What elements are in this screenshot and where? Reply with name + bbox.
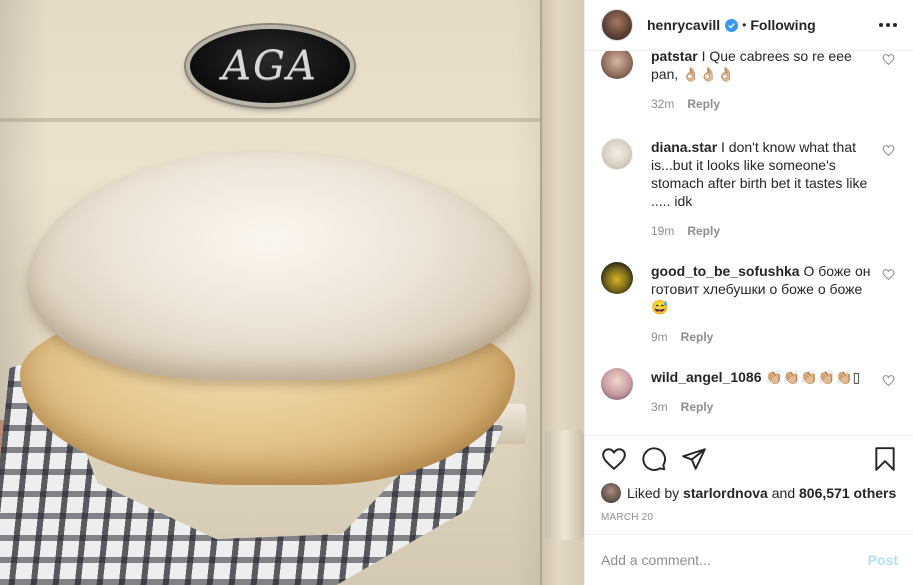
commenter-avatar[interactable]	[601, 51, 633, 79]
heart-icon[interactable]	[882, 144, 895, 157]
heart-icon[interactable]	[601, 446, 627, 472]
comment-meta: 19m Reply	[651, 222, 871, 240]
comment-time[interactable]: 32m	[651, 95, 674, 113]
comment-username[interactable]: diana.star	[651, 139, 717, 155]
share-icon[interactable]	[681, 446, 707, 472]
post-side-panel: henrycavill • Following patstar I Que ca…	[584, 0, 913, 585]
likes-joiner: and	[771, 485, 796, 501]
comment-item: patstar I Que cabrees so re eee pan, 👌🏼👌…	[601, 51, 901, 113]
comment-meta: 3m Reply	[651, 398, 871, 416]
likes-summary: Liked by starlordnova and 806,571 others	[585, 482, 913, 504]
comments-list[interactable]: patstar I Que cabrees so re eee pan, 👌🏼👌…	[585, 51, 913, 435]
heart-icon[interactable]	[882, 53, 895, 66]
heart-icon[interactable]	[882, 374, 895, 387]
comment-icon[interactable]	[641, 446, 667, 472]
post-button[interactable]: Post	[868, 552, 898, 568]
comment-body: patstar I Que cabrees so re eee pan, 👌🏼👌…	[651, 51, 871, 113]
comment-meta: 32m Reply	[651, 95, 871, 113]
comment-meta: 9m Reply	[651, 328, 871, 346]
oven-panel-seam	[0, 118, 584, 122]
commenter-avatar[interactable]	[601, 368, 633, 400]
avatar[interactable]	[601, 483, 621, 503]
liked-by-user[interactable]: starlordnova	[683, 485, 768, 501]
comment-time[interactable]: 19m	[651, 222, 674, 240]
avatar[interactable]	[601, 9, 633, 41]
following-button[interactable]: Following	[750, 17, 815, 33]
more-options-icon[interactable]	[879, 23, 897, 27]
reply-button[interactable]: Reply	[681, 328, 714, 346]
likes-count[interactable]: 806,571 others	[799, 485, 896, 501]
comment-time[interactable]: 3m	[651, 398, 668, 416]
comment-item: good_to_be_sofushka О боже он готовит хл…	[601, 262, 901, 346]
comment-item: wild_angel_1086 👏🏼👏🏼👏🏼👏🏼👏🏼▯ 3m Reply	[601, 368, 901, 416]
commenter-avatar[interactable]	[601, 138, 633, 170]
post-header: henrycavill • Following	[585, 0, 913, 51]
action-bar	[585, 436, 913, 482]
commenter-avatar[interactable]	[601, 262, 633, 294]
bookmark-icon[interactable]	[872, 446, 898, 472]
heart-icon[interactable]	[882, 268, 895, 281]
reply-button[interactable]: Reply	[681, 398, 714, 416]
comment-username[interactable]: patstar	[651, 51, 698, 64]
add-comment-bar: Post	[585, 534, 913, 585]
post-actions: Liked by starlordnova and 806,571 others…	[585, 435, 913, 534]
comment-body: diana.star I don't know what that is...b…	[651, 138, 871, 240]
comment-body: wild_angel_1086 👏🏼👏🏼👏🏼👏🏼👏🏼▯ 3m Reply	[651, 368, 871, 416]
reply-button[interactable]: Reply	[687, 95, 720, 113]
header-separator: •	[742, 18, 747, 32]
verified-icon	[725, 18, 739, 32]
comment-username[interactable]: wild_angel_1086	[651, 369, 762, 385]
post-date[interactable]: MARCH 20	[585, 504, 913, 523]
comment-input[interactable]	[601, 552, 868, 568]
post-photo[interactable]: AGA	[0, 0, 584, 585]
likes-prefix: Liked by	[627, 485, 680, 501]
oven-handle	[545, 430, 584, 540]
reply-button[interactable]: Reply	[687, 222, 720, 240]
comment-item: diana.star I don't know what that is...b…	[601, 138, 901, 240]
aga-logo-text: AGA	[222, 43, 318, 89]
comment-username[interactable]: good_to_be_sofushka	[651, 263, 800, 279]
header-username[interactable]: henrycavill	[647, 17, 720, 33]
comment-time[interactable]: 9m	[651, 328, 668, 346]
aga-badge: AGA	[186, 25, 354, 107]
comment-text: 👏🏼👏🏼👏🏼👏🏼👏🏼▯	[765, 369, 861, 385]
comment-body: good_to_be_sofushka О боже он готовит хл…	[651, 262, 871, 346]
